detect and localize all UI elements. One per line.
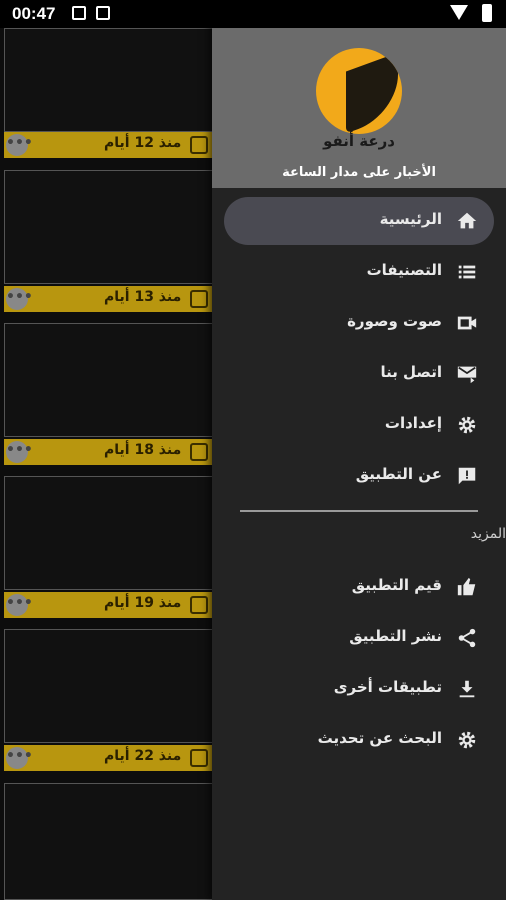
mail-icon (456, 363, 478, 385)
more-options-icon[interactable]: ••• (6, 747, 33, 769)
calendar-icon (190, 749, 208, 767)
menu-label: إعدادات (384, 414, 442, 432)
share-icon (456, 627, 478, 649)
news-date: منذ 12 أيام (104, 135, 182, 151)
menu-item-home[interactable]: الرئيسية (224, 197, 494, 245)
wifi-icon (450, 5, 468, 20)
menu-item-check-update[interactable]: البحث عن تحديث (224, 716, 494, 764)
video-icon (456, 312, 478, 334)
app-tagline: الأخبار على مدار الساعة (282, 165, 436, 180)
logo-shape (346, 52, 398, 134)
menu-label: صوت وصورة (347, 312, 442, 330)
calendar-icon (190, 136, 208, 154)
app-name: درعة أنفو (323, 132, 395, 150)
more-options-icon[interactable]: ••• (6, 134, 33, 156)
feedback-icon (456, 465, 478, 487)
menu-item-rate[interactable]: قيم التطبيق (224, 563, 494, 611)
more-section-label: المزيد (470, 526, 506, 542)
menu-label: تطبيقات أخرى (333, 678, 442, 696)
more-options-icon[interactable]: ••• (6, 288, 33, 310)
drawer-header: درعة أنفو الأخبار على مدار الساعة (212, 0, 506, 188)
menu-label: قيم التطبيق (351, 576, 442, 594)
menu-item-categories[interactable]: التصنيفات (224, 248, 494, 296)
app-logo (316, 48, 402, 134)
menu-item-settings[interactable]: إعدادات (224, 401, 494, 449)
news-date: منذ 18 أيام (104, 442, 182, 458)
gear-icon (456, 729, 478, 751)
menu-label: اتصل بنا (380, 363, 442, 381)
notification-icon (72, 6, 86, 20)
news-date: منذ 13 أيام (104, 289, 182, 305)
menu-label: البحث عن تحديث (317, 729, 442, 747)
menu-item-share[interactable]: نشر التطبيق (224, 614, 494, 662)
news-date: منذ 22 أيام (104, 748, 182, 764)
menu-item-about[interactable]: عن التطبيق (224, 452, 494, 500)
calendar-icon (190, 443, 208, 461)
more-options-icon[interactable]: ••• (6, 594, 33, 616)
menu-label: نشر التطبيق (349, 627, 442, 645)
menu-divider (240, 510, 478, 512)
home-icon (456, 210, 478, 232)
menu-label: الرئيسية (379, 210, 442, 228)
gear-icon (456, 414, 478, 436)
menu-item-contact[interactable]: اتصل بنا (224, 350, 494, 398)
image-notification-icon (96, 6, 110, 20)
list-icon (456, 261, 478, 283)
calendar-icon (190, 596, 208, 614)
thumb-up-icon (456, 576, 478, 598)
menu-item-other-apps[interactable]: تطبيقات أخرى (224, 665, 494, 713)
status-bar: 00:47 (0, 0, 506, 28)
menu-label: عن التطبيق (355, 465, 442, 483)
news-date: منذ 19 أيام (104, 595, 182, 611)
menu-item-media[interactable]: صوت وصورة (224, 299, 494, 347)
navigation-drawer: درعة أنفو الأخبار على مدار الساعة الرئيس… (212, 0, 506, 900)
menu-label: التصنيفات (366, 261, 442, 279)
battery-icon (482, 4, 492, 22)
more-options-icon[interactable]: ••• (6, 441, 33, 463)
status-time: 00:47 (12, 4, 56, 23)
calendar-icon (190, 290, 208, 308)
screen: 00:47 ••• منذ 12 أيام يام التخفيضات التج… (0, 0, 506, 900)
download-icon (456, 678, 478, 700)
